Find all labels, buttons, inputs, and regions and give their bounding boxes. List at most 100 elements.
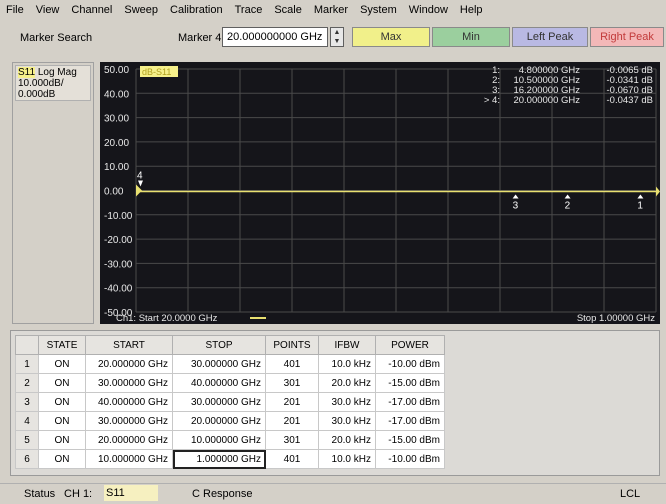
- menu-marker[interactable]: Marker: [308, 1, 354, 19]
- status-response: C Response: [192, 488, 253, 500]
- cell-ifbw[interactable]: 10.0 kHz: [318, 354, 376, 374]
- menu-window[interactable]: Window: [403, 1, 454, 19]
- menu-system[interactable]: System: [354, 1, 403, 19]
- marker-flag-label: 3: [513, 201, 519, 212]
- header-start[interactable]: START: [85, 335, 173, 355]
- segment-table: STATE START STOP POINTS IFBW POWER 1 ON 20.0000…: [15, 335, 445, 469]
- cell-state[interactable]: ON: [38, 392, 86, 412]
- marker-readout-id: > 4:: [484, 95, 500, 106]
- cell-row-number: 6: [15, 449, 39, 469]
- menu-channel[interactable]: Channel: [65, 1, 118, 19]
- sweep-stop-label: Stop 1.00000 GHz: [577, 313, 655, 324]
- marker-select-label[interactable]: Marker 4: [178, 32, 221, 44]
- channel-info-panel: S11 Log Mag 10.000dB/ 0.000dB: [12, 62, 94, 324]
- trace-plot-svg: 50.00 40.00 30.00 20.00 10.00 0.00 -10.00 -20.0…: [100, 62, 660, 324]
- cell-power[interactable]: -10.00 dBm: [375, 354, 445, 374]
- cell-start[interactable]: 20.000000 GHz: [85, 430, 173, 450]
- cell-start[interactable]: 10.000000 GHz: [85, 449, 173, 469]
- cell-power[interactable]: -15.00 dBm: [375, 430, 445, 450]
- y-tick-label: -30.00: [104, 259, 133, 270]
- cell-stop[interactable]: 30.000000 GHz: [172, 354, 266, 374]
- cell-ifbw[interactable]: 30.0 kHz: [318, 411, 376, 431]
- y-tick-label: -40.00: [104, 284, 133, 295]
- table-row[interactable]: 3 ON 40.000000 GHz 30.000000 GHz 201 30.0 kHz…: [15, 392, 445, 412]
- y-tick-label: -10.00: [104, 211, 133, 222]
- cell-power[interactable]: -10.00 dBm: [375, 449, 445, 469]
- stepper-down-icon[interactable]: ▼: [331, 37, 343, 46]
- cell-ifbw[interactable]: 30.0 kHz: [318, 392, 376, 412]
- cell-row-number: 3: [15, 392, 39, 412]
- marker-search-toolbar: Marker Search Marker 4 20.000000000 GHz …: [0, 21, 666, 53]
- toolbar-title: Marker Search: [20, 32, 93, 44]
- menu-help[interactable]: Help: [454, 1, 489, 19]
- marker-readout-value: -0.0437 dB: [607, 95, 653, 106]
- cell-state[interactable]: ON: [38, 354, 86, 374]
- status-channel: CH 1:: [64, 488, 93, 500]
- menu-view[interactable]: View: [30, 1, 66, 19]
- status-trace: S11: [104, 485, 158, 501]
- max-search-button[interactable]: Max: [352, 27, 430, 47]
- segment-table-panel: STATE START STOP POINTS IFBW POWER 1 ON 20.0000…: [10, 330, 660, 476]
- cell-ifbw[interactable]: 20.0 kHz: [318, 430, 376, 450]
- cell-power[interactable]: -17.00 dBm: [375, 392, 445, 412]
- header-row-number[interactable]: [15, 335, 39, 355]
- cell-stop[interactable]: 40.000000 GHz: [172, 373, 266, 393]
- cell-state[interactable]: ON: [38, 411, 86, 431]
- marker-readout-frequency: 20.000000 GHz: [513, 95, 580, 106]
- trace-reference: 0.000dB: [18, 89, 56, 100]
- cell-row-number: 5: [15, 430, 39, 450]
- status-label: Status: [24, 488, 56, 500]
- header-stop[interactable]: STOP: [172, 335, 266, 355]
- cell-power[interactable]: -15.00 dBm: [375, 373, 445, 393]
- marker-flag-label: 1: [637, 201, 643, 212]
- header-ifbw[interactable]: IFBW: [318, 335, 376, 355]
- menu-file[interactable]: File: [0, 1, 30, 19]
- header-state[interactable]: STATE: [38, 335, 86, 355]
- menu-sweep[interactable]: Sweep: [118, 1, 164, 19]
- menu-trace[interactable]: Trace: [229, 1, 269, 19]
- marker-frequency-input[interactable]: 20.000000000 GHz: [222, 27, 328, 47]
- cell-stop[interactable]: 30.000000 GHz: [172, 392, 266, 412]
- cell-ifbw[interactable]: 10.0 kHz: [318, 449, 376, 469]
- menu-scale[interactable]: Scale: [268, 1, 308, 19]
- trace-plot[interactable]: 50.00 40.00 30.00 20.00 10.00 0.00 -10.00 -20.0…: [100, 62, 660, 324]
- cell-state[interactable]: ON: [38, 373, 86, 393]
- sweep-start-label: Ch1: Start 20.0000 GHz: [116, 313, 218, 324]
- cell-power[interactable]: -17.00 dBm: [375, 411, 445, 431]
- cell-points[interactable]: 301: [265, 430, 319, 450]
- cell-points[interactable]: 401: [265, 354, 319, 374]
- cell-points[interactable]: 401: [265, 449, 319, 469]
- table-row[interactable]: 4 ON 30.000000 GHz 20.000000 GHz 201 30.0 kHz…: [15, 411, 445, 431]
- min-search-button[interactable]: Min: [432, 27, 510, 47]
- cell-state[interactable]: ON: [38, 449, 86, 469]
- left-peak-button[interactable]: Left Peak: [512, 27, 588, 47]
- table-row[interactable]: 2 ON 30.000000 GHz 40.000000 GHz 301 20.0 kHz…: [15, 373, 445, 393]
- cell-points[interactable]: 301: [265, 373, 319, 393]
- header-points[interactable]: POINTS: [265, 335, 319, 355]
- cell-ifbw[interactable]: 20.0 kHz: [318, 373, 376, 393]
- cell-start[interactable]: 30.000000 GHz: [85, 411, 173, 431]
- menu-calibration[interactable]: Calibration: [164, 1, 229, 19]
- trace-tag: dB-S11: [142, 67, 171, 77]
- table-row[interactable]: 1 ON 20.000000 GHz 30.000000 GHz 401 10.0 kHz…: [15, 354, 445, 374]
- cell-points[interactable]: 201: [265, 411, 319, 431]
- cell-points[interactable]: 201: [265, 392, 319, 412]
- table-row[interactable]: 5 ON 20.000000 GHz 10.000000 GHz 301 20.0 kHz…: [15, 430, 445, 450]
- right-peak-button[interactable]: Right Peak: [590, 27, 664, 47]
- cell-state[interactable]: ON: [38, 430, 86, 450]
- trace-info-box[interactable]: S11 Log Mag 10.000dB/ 0.000dB: [15, 65, 91, 101]
- table-row[interactable]: 6 ON 10.000000 GHz 1.000000 GHz 401 10.0 kHz -…: [15, 449, 445, 469]
- cell-stop[interactable]: 1.000000 GHz: [172, 449, 266, 469]
- marker-frequency-stepper[interactable]: ▲ ▼: [330, 27, 344, 47]
- cell-row-number: 1: [15, 354, 39, 374]
- y-tick-label: 20.00: [104, 138, 129, 149]
- header-power[interactable]: POWER: [375, 335, 445, 355]
- cell-start[interactable]: 30.000000 GHz: [85, 373, 173, 393]
- cell-stop[interactable]: 10.000000 GHz: [172, 430, 266, 450]
- cell-start[interactable]: 20.000000 GHz: [85, 354, 173, 374]
- y-tick-label: 0.00: [104, 187, 124, 198]
- stepper-up-icon[interactable]: ▲: [331, 28, 343, 37]
- cell-start[interactable]: 40.000000 GHz: [85, 392, 173, 412]
- cell-stop[interactable]: 20.000000 GHz: [172, 411, 266, 431]
- app-window: File View Channel Sweep Calibration Trace Scal…: [0, 0, 666, 504]
